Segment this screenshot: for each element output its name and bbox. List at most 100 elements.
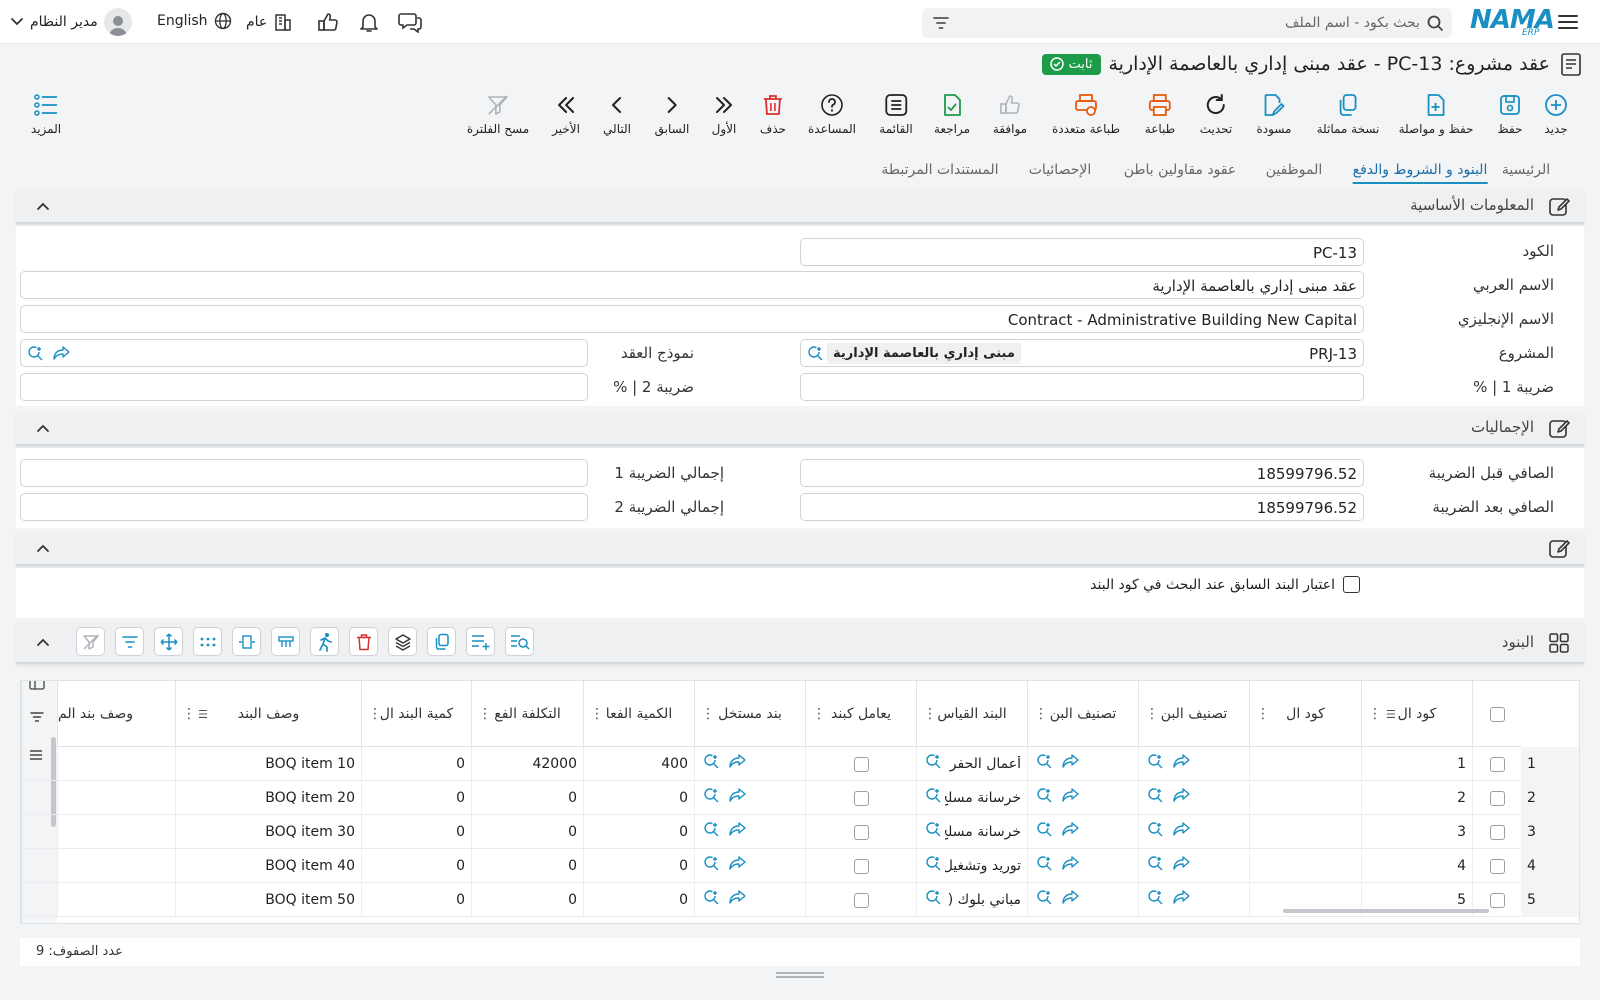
chevron-up-icon[interactable] [34,634,52,652]
tax1-field[interactable] [800,373,1364,401]
treat-as-item-checkbox[interactable] [853,892,869,908]
table-cell[interactable]: 0 [583,815,694,849]
grid-layers-button[interactable] [388,627,417,656]
search-plus-icon[interactable] [1147,787,1163,803]
project-field[interactable]: PRJ-13 مبنى إداري بالعاصمة الإدارية [800,339,1364,367]
kebab-icon[interactable]: ⋮ [368,706,382,722]
table-cell[interactable] [1138,781,1249,815]
tax1-total-field[interactable] [20,459,588,487]
kebab-icon[interactable]: ⋮ [1368,706,1382,722]
prev-item-option[interactable]: اعتبار البند السابق عند البحث في كود الب… [1090,576,1360,593]
column-header[interactable]: ⋮ ☰ وصف البند [175,681,361,747]
table-cell[interactable] [1027,849,1138,883]
grid-search-button[interactable] [505,627,534,656]
code-field[interactable]: PC-13 [800,238,1364,266]
grid-copy-button[interactable] [427,627,456,656]
table-cell[interactable]: BOQ item 50 [175,883,361,917]
more-button[interactable]: المزيد [31,92,61,136]
treat-as-item-checkbox[interactable] [853,756,869,772]
filter-icon[interactable] [932,15,950,31]
share-icon[interactable] [53,345,71,361]
save-button[interactable]: حفظ [1497,92,1523,136]
grid-delete-button[interactable] [349,627,378,656]
kebab-icon[interactable]: ⋮ [590,706,604,722]
table-cell[interactable] [805,849,916,883]
kebab-icon[interactable]: ⋮ [812,706,826,722]
tab-items-terms-payment[interactable]: البنود و الشروط والدفع [1352,162,1488,184]
search-plus-icon[interactable] [703,821,719,837]
share-icon[interactable] [1173,787,1191,803]
tab-employees[interactable]: الموظفين [1266,162,1323,182]
delete-button[interactable]: حذف [760,92,786,136]
column-header[interactable]: ⋮ تصنيف البن [1027,681,1138,747]
treat-as-item-checkbox[interactable] [853,824,869,840]
last-record-button[interactable]: الأخير [552,92,580,136]
duplicate-button[interactable]: نسخة مماثلة [1317,92,1379,136]
table-cell[interactable]: 0 [471,781,583,815]
table-cell[interactable]: خرسانة مسلح [916,781,1027,815]
branch-selector[interactable]: عام [246,12,293,32]
share-icon[interactable] [1062,821,1080,837]
search-plus-icon[interactable] [1147,753,1163,769]
english-name-field[interactable]: Contract - Administrative Building New C… [20,305,1364,333]
grid-run-button[interactable] [310,627,339,656]
table-cell[interactable] [1249,849,1361,883]
grid-group-button[interactable] [271,627,300,656]
table-cell[interactable] [1249,781,1361,815]
first-record-button[interactable]: الأول [711,92,737,136]
share-icon[interactable] [1173,855,1191,871]
search-plus-icon[interactable] [703,889,719,905]
grid-clear-filter-button[interactable] [76,627,105,656]
kebab-icon[interactable]: ⋮ [701,706,715,722]
table-cell[interactable] [1138,883,1249,917]
print-button[interactable]: طباعة [1145,92,1175,136]
table-cell[interactable]: 0 [583,883,694,917]
table-cell[interactable]: BOQ item 20 [175,781,361,815]
share-icon[interactable] [729,821,747,837]
table-cell[interactable]: BOQ item 40 [175,849,361,883]
next-record-button[interactable]: التالي [603,92,631,136]
table-cell[interactable] [57,747,175,781]
draft-button[interactable]: مسودة [1257,92,1291,136]
kebab-icon[interactable]: ⋮ [1145,706,1159,722]
new-button[interactable]: جديد [1543,92,1569,136]
chevron-up-icon[interactable] [34,540,52,558]
resize-handle[interactable] [776,972,824,978]
share-icon[interactable] [1173,889,1191,905]
filter-icon[interactable] [30,711,44,723]
options-section-header[interactable] [16,532,1584,566]
kebab-icon[interactable]: ⋮ [923,706,937,722]
column-header[interactable]: وصف بند الم [57,681,175,747]
column-header[interactable]: ⋮ الكمية الفعا [583,681,694,747]
kebab-icon[interactable]: ⋮ [182,706,196,722]
grid-fit-button[interactable] [232,627,261,656]
search-icon[interactable] [1426,14,1444,32]
share-icon[interactable] [1062,753,1080,769]
net-after-tax-field[interactable]: 18599796.52 [800,493,1364,521]
table-cell[interactable] [57,781,175,815]
search-plus-icon[interactable] [1036,787,1052,803]
net-before-tax-field[interactable]: 18599796.52 [800,459,1364,487]
table-row[interactable]: 4 4 توريد وتشغيل 0 0 0 BOQ item 40 [21,849,1579,883]
column-header[interactable]: ⋮ التكلفة الفع [471,681,583,747]
table-cell[interactable]: 4 [1361,849,1472,883]
table-cell[interactable]: 0 [361,883,471,917]
bell-icon[interactable] [357,10,381,34]
tax2-field[interactable] [20,373,588,401]
tab-main[interactable]: الرئيسية [1502,162,1550,182]
table-cell[interactable] [694,815,805,849]
table-cell[interactable]: 0 [583,849,694,883]
table-cell[interactable]: 0 [471,883,583,917]
table-cell[interactable] [694,781,805,815]
table-row[interactable]: 3 3 خرسانة مسلح 0 0 0 BOQ item 30 [21,815,1579,849]
kebab-icon[interactable]: ⋮ [1256,706,1270,722]
table-row[interactable]: 2 2 خرسانة مسلح 0 0 0 BOQ item 20 [21,781,1579,815]
search-plus-icon[interactable] [1036,821,1052,837]
column-header[interactable]: ⋮ كمية البند ال [361,681,471,747]
search-plus-icon[interactable] [925,889,941,905]
search-plus-icon[interactable] [1147,821,1163,837]
table-cell[interactable] [1027,747,1138,781]
review-button[interactable]: مراجعة [934,92,970,136]
share-icon[interactable] [1062,855,1080,871]
table-cell[interactable] [1249,815,1361,849]
